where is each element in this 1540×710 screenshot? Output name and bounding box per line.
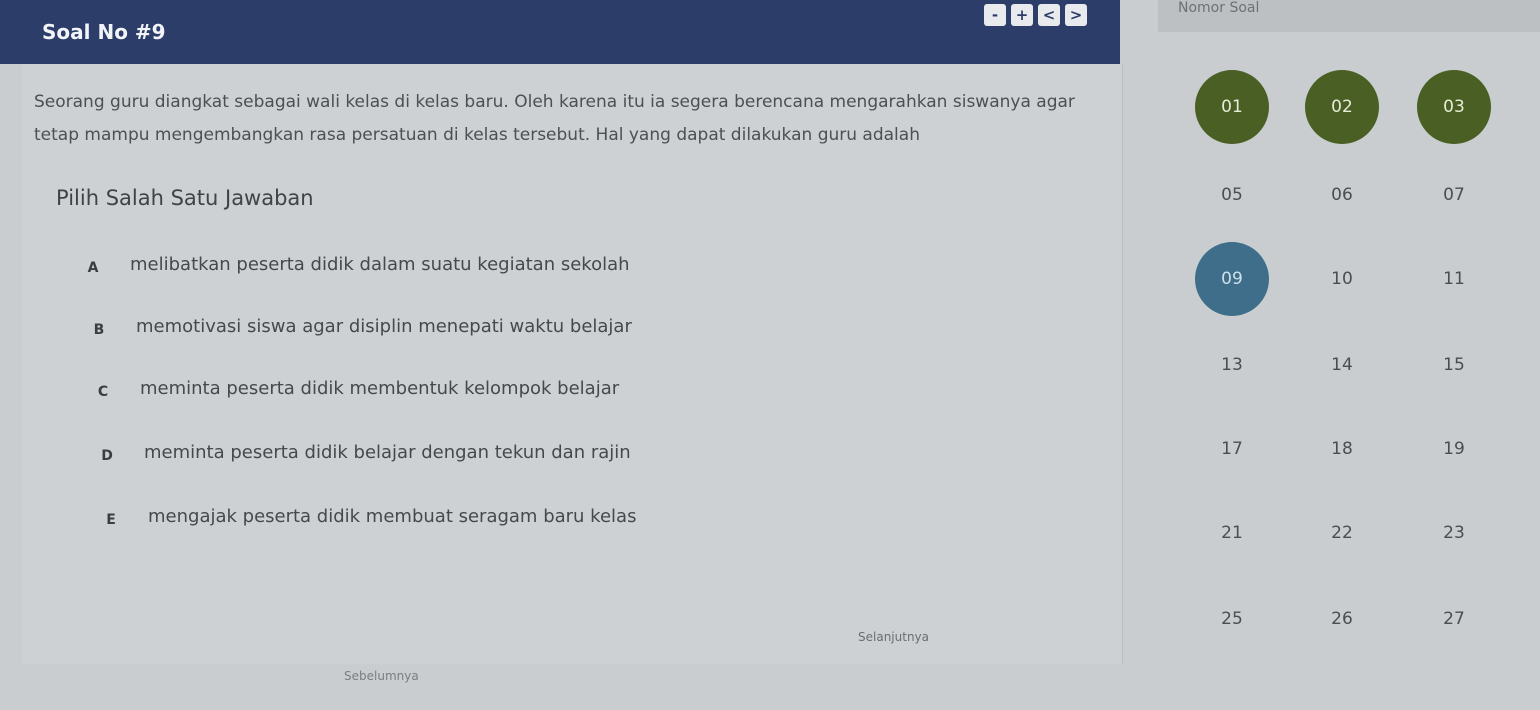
next-question-button[interactable]: > xyxy=(1065,4,1087,26)
option-text: memotivasi siswa agar disiplin menepati … xyxy=(136,316,632,337)
question-number-09[interactable]: 09 xyxy=(1195,242,1269,316)
question-number-19[interactable]: 19 xyxy=(1417,412,1491,486)
question-number-11[interactable]: 11 xyxy=(1417,242,1491,316)
question-number-21[interactable]: 21 xyxy=(1195,496,1269,570)
question-panel: Seorang guru diangkat sebagai wali kelas… xyxy=(22,64,1123,683)
next-button[interactable]: Selanjutnya xyxy=(858,630,929,644)
question-number-23[interactable]: 23 xyxy=(1417,496,1491,570)
question-number-18[interactable]: 18 xyxy=(1305,412,1379,486)
question-number-13[interactable]: 13 xyxy=(1195,328,1269,402)
question-number-06[interactable]: 06 xyxy=(1305,158,1379,232)
question-text: Seorang guru diangkat sebagai wali kelas… xyxy=(34,86,1114,152)
answer-instruction: Pilih Salah Satu Jawaban xyxy=(56,186,314,210)
option-letter: D xyxy=(101,448,113,464)
question-number-02[interactable]: 02 xyxy=(1305,70,1379,144)
question-number-07[interactable]: 07 xyxy=(1417,158,1491,232)
question-number-grid: 01 02 03 05 06 07 09 10 11 13 14 15 17 18 19 21 22 23 25 26… xyxy=(1195,62,1540,662)
question-number-17[interactable]: 17 xyxy=(1195,412,1269,486)
previous-question-button[interactable]: < xyxy=(1038,4,1060,26)
question-number-27[interactable]: 27 xyxy=(1417,582,1491,656)
option-text: meminta peserta didik belajar dengan tek… xyxy=(144,442,631,463)
option-text: melibatkan peserta didik dalam suatu keg… xyxy=(130,254,630,275)
question-text-line: tetap mampu mengembangkan rasa persatuan… xyxy=(34,125,920,145)
question-number-22[interactable]: 22 xyxy=(1305,496,1379,570)
option-letter: A xyxy=(87,260,99,276)
question-number-26[interactable]: 26 xyxy=(1305,582,1379,656)
question-number-title: Soal No #9 xyxy=(42,20,166,44)
question-number-05[interactable]: 05 xyxy=(1195,158,1269,232)
question-number-15[interactable]: 15 xyxy=(1417,328,1491,402)
option-letter: B xyxy=(93,322,105,338)
option-letter: C xyxy=(97,384,109,400)
question-nav-header: Nomor Soal xyxy=(1158,0,1540,32)
question-number-01[interactable]: 01 xyxy=(1195,70,1269,144)
header-bar: Soal No #9 - + < > xyxy=(0,0,1120,64)
increase-font-button[interactable]: + xyxy=(1011,4,1033,26)
question-number-14[interactable]: 14 xyxy=(1305,328,1379,402)
question-number-10[interactable]: 10 xyxy=(1305,242,1379,316)
question-nav-title: Nomor Soal xyxy=(1178,0,1260,16)
question-text-line: Seorang guru diangkat sebagai wali kelas… xyxy=(34,92,1075,112)
option-letter: E xyxy=(106,512,116,528)
decrease-font-button[interactable]: - xyxy=(984,4,1006,26)
option-text: meminta peserta didik membentuk kelompok… xyxy=(140,378,620,399)
option-text: mengajak peserta didik membuat seragam b… xyxy=(148,506,637,527)
question-number-25[interactable]: 25 xyxy=(1195,582,1269,656)
question-number-03[interactable]: 03 xyxy=(1417,70,1491,144)
font-nav-controls: - + < > xyxy=(984,4,1087,26)
previous-button[interactable]: Sebelumnya xyxy=(344,669,419,683)
